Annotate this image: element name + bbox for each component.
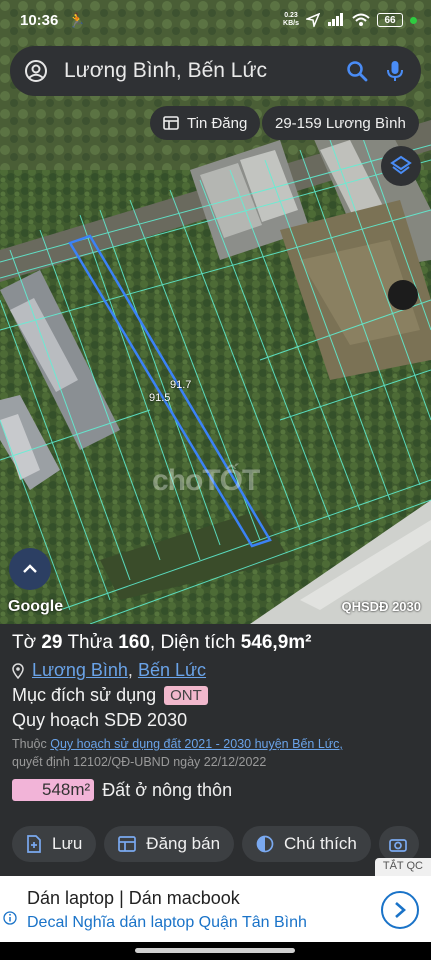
ad-banner[interactable]: Dán laptop | Dán macbook Decal Nghĩa dán… (0, 876, 431, 942)
plan-document-link[interactable]: Quy hoạch sử dụng đất 2021 - 2030 huyện … (50, 737, 343, 751)
chevron-up-icon (23, 564, 37, 573)
land-use-label: Mục đích sử dụng (12, 685, 157, 705)
plan-area-row: 548m² Đất ở nông thôn (12, 779, 419, 801)
map-layer-label: QHSDĐ 2030 (341, 599, 421, 614)
listing-icon (118, 836, 137, 852)
post-sale-button[interactable]: Đăng bán (104, 826, 235, 862)
microphone-icon[interactable] (383, 59, 407, 83)
plan-title: Quy hoạch SDĐ 2030 (12, 710, 188, 730)
layers-icon (390, 155, 412, 175)
network-speed: 0.23 KB/s (283, 12, 299, 28)
google-logo: Google (8, 598, 64, 615)
camera-button[interactable] (378, 826, 419, 862)
ad-title[interactable]: Dán laptop | Dán macbook (27, 888, 240, 909)
location-pin-icon (12, 662, 24, 679)
close-ad-button[interactable]: TẮT QC (374, 858, 431, 876)
parcel-dimension-b: 91.5 (149, 392, 171, 404)
search-icon[interactable] (345, 59, 369, 83)
privacy-indicator-dot (410, 16, 417, 24)
area-label: Diện tích (160, 632, 236, 653)
save-label: Lưu (52, 834, 83, 853)
expand-up-button[interactable] (9, 548, 51, 590)
clock: 10:36 (20, 11, 59, 29)
ad-subtitle[interactable]: Decal Nghĩa dán laptop Quận Tân Bình (27, 914, 307, 932)
map-control-button[interactable] (388, 280, 418, 310)
layers-button[interactable] (381, 146, 421, 186)
land-use-code-badge: ONT (164, 686, 208, 705)
parcel-title: Tờ 29 Thửa 160, Diện tích 546,9m² (12, 632, 312, 653)
address-chip-label: 29-159 Lương Bình (275, 114, 406, 132)
status-bar: 10:36 🏃 0.23 KB/s 66 (0, 0, 431, 40)
add-document-icon (27, 835, 41, 853)
contrast-icon (256, 835, 274, 853)
home-gesture-handle[interactable] (135, 948, 295, 953)
signal-icon (328, 13, 343, 26)
ad-open-button[interactable] (381, 891, 419, 929)
parcel-info-panel: Tờ 29 Thửa 160, Diện tích 546,9m² Lương … (0, 624, 431, 876)
address-chip[interactable]: 29-159 Lương Bình (262, 106, 419, 140)
system-nav-bar (0, 942, 431, 960)
listing-chip-label: Tin Đăng (187, 114, 248, 132)
search-bar[interactable]: Lương Bình, Bến Lức (10, 46, 421, 96)
sheet-number: 29 (41, 632, 63, 653)
plan-area-type: Đất ở nông thôn (102, 779, 233, 800)
district-link[interactable]: Bến Lức (138, 660, 206, 681)
legend-label: Chú thích (284, 834, 357, 853)
plan-note: Thuộc Quy hoạch sử dụng đất 2021 - 2030 … (12, 735, 419, 771)
land-use-row: Mục đích sử dụng ONT (12, 685, 419, 706)
lot-number: 160 (118, 632, 150, 653)
walk-icon: 🏃 (68, 11, 86, 28)
network-speed-value: 0.23 (284, 12, 298, 19)
save-button[interactable]: Lưu (12, 826, 97, 862)
area-value: 546,9m² (240, 632, 312, 653)
wifi-icon (352, 13, 370, 26)
battery-indicator: 66 (377, 13, 403, 27)
plan-decision-text: quyết định 12102/QĐ-UBND ngày 22/12/2022 (12, 755, 267, 769)
commune-link[interactable]: Lương Bình (32, 660, 128, 681)
listing-icon (163, 116, 179, 130)
parcel-dimension-a: 91.7 (170, 379, 192, 391)
sheet-label: Tờ (12, 632, 37, 653)
location-arrow-icon (306, 13, 320, 27)
action-bar: Lưu Đăng bán Chú thích (12, 826, 419, 862)
info-icon[interactable] (3, 911, 17, 925)
plan-area-badge: 548m² (12, 779, 95, 801)
chevron-right-icon (395, 902, 406, 918)
plan-note-prefix: Thuộc (12, 737, 47, 751)
post-sale-label: Đăng bán (146, 834, 221, 853)
search-input[interactable]: Lương Bình, Bến Lức (64, 59, 331, 83)
lot-label: Thửa (67, 632, 113, 653)
listing-chip[interactable]: Tin Đăng (150, 106, 261, 140)
network-speed-unit: KB/s (283, 20, 299, 27)
camera-icon (388, 839, 407, 852)
legend-button[interactable]: Chú thích (242, 826, 371, 862)
account-icon[interactable] (24, 59, 48, 83)
parcel-location: Lương Bình, Bến Lức (12, 660, 419, 681)
watermark: choTỐT (152, 464, 260, 497)
